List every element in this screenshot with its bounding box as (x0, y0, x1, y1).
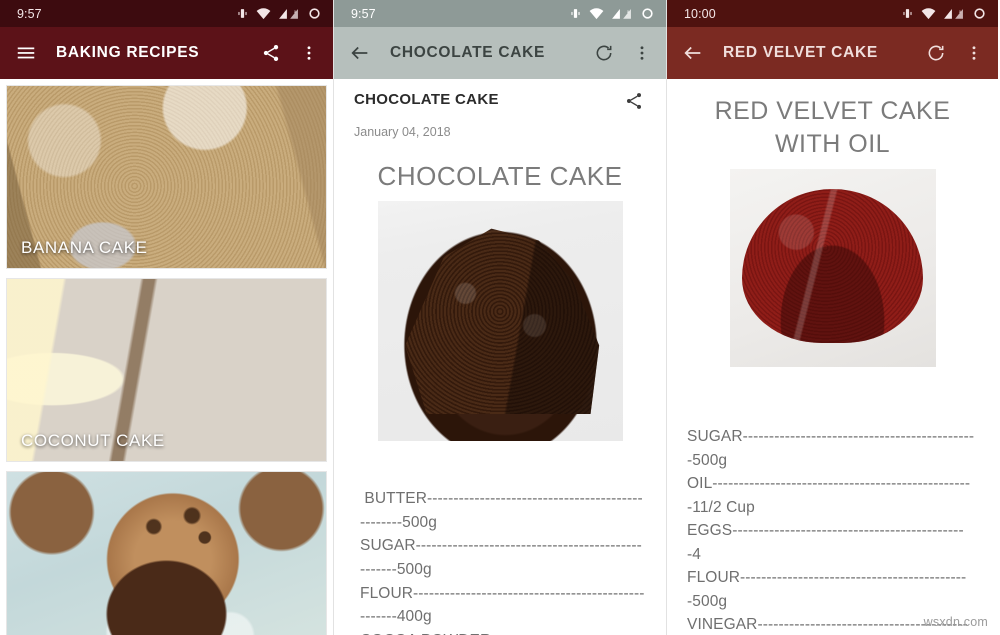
signal-icon: x (611, 7, 634, 20)
arrow-back-icon[interactable] (681, 41, 705, 65)
app-bar-right: RED VELVET CAKE (667, 27, 998, 79)
arrow-back-icon[interactable] (348, 41, 372, 65)
vibrate-icon (569, 7, 582, 20)
ingredient-line: -500g (687, 592, 728, 610)
app-bar-left: BAKING RECIPES (0, 27, 333, 79)
three-phone-screens: 9:57 x BAKING RECIPES BANANA CAKE COCONU… (0, 0, 1000, 635)
chocolate-cake-slice-photo (377, 201, 623, 442)
vibrate-icon (901, 7, 914, 20)
circle-icon (308, 7, 321, 20)
status-clock: 10:00 (684, 6, 716, 21)
ingredient-list-middle: BUTTER----------------------------------… (354, 487, 646, 635)
signal-icon: x (278, 7, 301, 20)
article-chocolate-cake: CHOCOLATE CAKE January 04, 2018 CHOCOLAT… (334, 79, 666, 635)
article-red-velvet-cake: RED VELVET CAKE WITH OIL SUGAR----------… (667, 79, 998, 635)
phone-panel-recipe-list: 9:57 x BAKING RECIPES BANANA CAKE COCONU… (0, 0, 333, 635)
ingredient-line: -11/2 Cup (687, 498, 755, 516)
list-item[interactable]: CHOCOLATE CAKE (6, 471, 327, 635)
wifi-icon (921, 7, 936, 20)
ingredient-line: -500g (687, 451, 728, 469)
card-caption: BANANA CAKE (21, 238, 148, 257)
share-icon[interactable] (624, 91, 646, 113)
ingredient-line: FLOUR-----------------------------------… (687, 569, 967, 587)
more-vertical-icon[interactable] (297, 41, 321, 65)
status-bar-middle: 9:57 x (334, 0, 666, 27)
chocolate-cupcake-photo (7, 472, 326, 635)
ingredient-line: -4 (687, 545, 701, 563)
circle-icon (641, 7, 654, 20)
ingredient-line: OIL-------------------------------------… (687, 475, 971, 493)
app-title: CHOCOLATE CAKE (390, 44, 546, 61)
share-icon[interactable] (259, 41, 283, 65)
app-bar-middle: CHOCOLATE CAKE (334, 27, 666, 79)
status-clock: 9:57 (17, 6, 42, 21)
article-heading: CHOCOLATE CAKE (377, 161, 623, 191)
list-item[interactable]: COCONUT CAKE (6, 278, 327, 462)
ingredient-line: BUTTER----------------------------------… (360, 490, 643, 531)
refresh-icon[interactable] (924, 41, 948, 65)
more-vertical-icon[interactable] (962, 41, 986, 65)
article-date: January 04, 2018 (354, 125, 451, 139)
more-vertical-icon[interactable] (630, 41, 654, 65)
status-bar-left: 9:57 x (0, 0, 333, 27)
signal-icon: x (943, 7, 966, 20)
phone-panel-chocolate-cake-detail: 9:57 x CHOCOLATE CAKE CHOCOLATE CAKE Jan… (333, 0, 667, 635)
site-watermark: wsxdn.com (923, 615, 988, 629)
article-title: CHOCOLATE CAKE (354, 91, 499, 108)
status-system-icons: x (901, 7, 986, 20)
article-header: CHOCOLATE CAKE (354, 79, 646, 113)
phone-panel-red-velvet-detail: 10:00 x RED VELVET CAKE RED VELVET CAKE … (667, 0, 998, 635)
article-heading: RED VELVET CAKE WITH OIL (714, 97, 951, 158)
ingredient-line: FLOUR-----------------------------------… (360, 584, 645, 626)
status-clock: 9:57 (351, 6, 376, 21)
ingredient-line: EGGS------------------------------------… (687, 522, 964, 540)
ingredient-line: SUGAR-----------------------------------… (687, 428, 975, 445)
status-system-icons: x (236, 7, 321, 20)
ingredient-line: COCOA POWDER---------------------------- (360, 629, 646, 635)
wifi-icon (589, 7, 604, 20)
ingredient-list-right: SUGAR-----------------------------------… (687, 425, 978, 635)
refresh-icon[interactable] (592, 41, 616, 65)
app-title: RED VELVET CAKE (723, 44, 878, 61)
circle-icon (973, 7, 986, 20)
vibrate-icon (236, 7, 249, 20)
status-system-icons: x (569, 7, 654, 20)
recipe-card-list[interactable]: BANANA CAKE COCONUT CAKE CHOCOLATE CAKE (0, 79, 333, 635)
hamburger-menu-icon[interactable] (14, 41, 38, 65)
list-item[interactable]: BANANA CAKE (6, 85, 327, 269)
status-bar-right: 10:00 x (667, 0, 998, 27)
app-title: BAKING RECIPES (56, 44, 200, 61)
wifi-icon (256, 7, 271, 20)
ingredient-line: SUGAR-----------------------------------… (360, 537, 642, 578)
red-velvet-cake-photo (729, 169, 936, 367)
card-caption: COCONUT CAKE (21, 431, 165, 450)
